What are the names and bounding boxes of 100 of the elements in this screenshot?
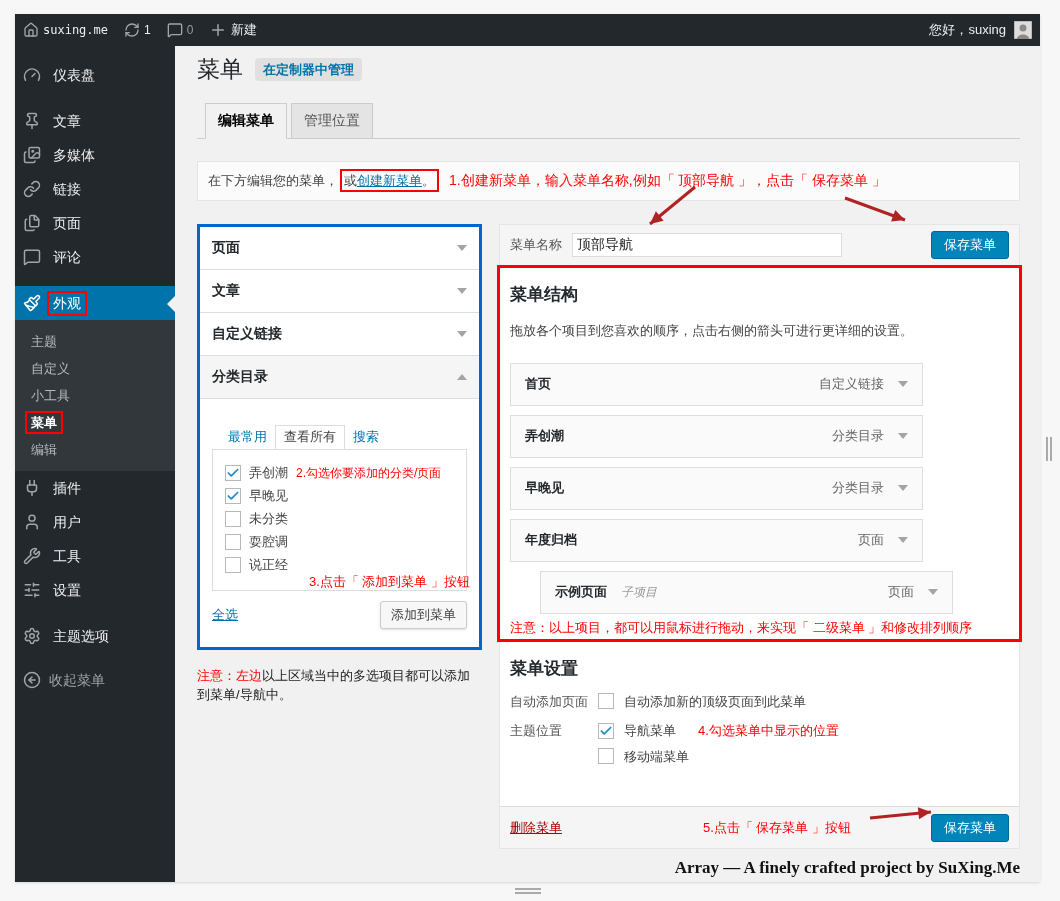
category-tab[interactable]: 最常用: [220, 424, 275, 449]
checkbox[interactable]: [225, 488, 241, 504]
sidebar-item[interactable]: 评论: [15, 240, 175, 274]
sidebar-item[interactable]: 设置: [15, 573, 175, 607]
option-label: 移动端菜单: [624, 747, 689, 766]
comment-count[interactable]: 0: [186, 21, 194, 39]
category-label: 说正经: [249, 556, 288, 575]
new-link[interactable]: 新建: [231, 20, 258, 40]
caret-down-icon[interactable]: [928, 589, 938, 595]
section-title: 菜单结构: [510, 283, 579, 306]
collapse-menu[interactable]: 收起菜单: [15, 665, 175, 695]
update-count[interactable]: 1: [144, 21, 151, 39]
item-type: 分类目录: [832, 479, 884, 498]
submenu-item[interactable]: 自定义: [27, 358, 74, 379]
delete-menu-link[interactable]: 删除菜单: [510, 817, 562, 838]
customizer-button[interactable]: 在定制器中管理: [255, 57, 362, 81]
section-description: 拖放各个项目到您喜欢的顺序，点击右侧的箭头可进行更详细的设置。: [510, 322, 914, 340]
accordion-header[interactable]: 分类目录: [200, 355, 479, 399]
gauge-icon: [23, 66, 41, 84]
caret-down-icon[interactable]: [898, 537, 908, 543]
media-icon: [23, 146, 41, 164]
sidebar-item[interactable]: 插件: [15, 471, 175, 505]
checkbox[interactable]: [225, 557, 241, 573]
collapse-icon: [23, 671, 41, 689]
select-all-link[interactable]: 全选: [212, 604, 238, 625]
setting-label: 主题位置: [510, 722, 563, 740]
annotation-text: 3.点击「 添加到菜单 」按钮: [308, 573, 470, 591]
sidebar-item[interactable]: 多媒体: [15, 138, 175, 172]
checkbox[interactable]: [225, 534, 241, 550]
sidebar-item[interactable]: 外观: [15, 286, 175, 320]
section-title: 菜单设置: [510, 658, 579, 680]
sidebar-item[interactable]: 文章: [15, 104, 175, 138]
checkbox[interactable]: [598, 722, 614, 739]
site-link[interactable]: suxing.me: [43, 21, 109, 39]
menu-item[interactable]: 弄创潮 分类目录: [510, 414, 923, 458]
submenu-item[interactable]: 菜单: [27, 412, 61, 433]
menu-name-field[interactable]: 顶部导航: [572, 232, 842, 257]
setting-label: 自动添加页面: [510, 692, 589, 711]
menu-name-label: 菜单名称: [510, 235, 562, 254]
annotation-text: 4.勾选菜单中显示的位置: [698, 722, 839, 740]
sidebar-item[interactable]: 页面: [15, 206, 175, 240]
link-icon: [23, 180, 41, 198]
annotation-text: 2.勾选你要添加的分类/页面: [296, 465, 442, 482]
checkbox[interactable]: [225, 511, 241, 527]
save-menu-button[interactable]: 保存菜单: [931, 813, 1009, 842]
create-menu-link[interactable]: 创建新菜单: [357, 172, 422, 188]
submenu-item[interactable]: 小工具: [27, 385, 74, 406]
checkbox[interactable]: [225, 465, 241, 481]
save-menu-button[interactable]: 保存菜单: [931, 230, 1009, 259]
caret-down-icon[interactable]: [457, 244, 467, 251]
submenu-item[interactable]: 编辑: [27, 439, 61, 460]
or-text: 或: [344, 172, 357, 188]
sidebar-item[interactable]: 用户: [15, 505, 175, 539]
comment-icon[interactable]: [166, 22, 183, 38]
caret-down-icon[interactable]: [457, 287, 467, 294]
category-tab[interactable]: 搜索: [345, 424, 387, 449]
comment-icon: [23, 248, 41, 266]
caret-down-icon[interactable]: [898, 485, 908, 491]
caret-down-icon[interactable]: [898, 381, 908, 387]
add-to-menu-button[interactable]: 添加到菜单: [380, 600, 467, 629]
annotation-note: 注意：左边以上区域当中的多选项目都可以添加到菜单/导航中。: [197, 666, 471, 704]
sidebar-item[interactable]: 链接: [15, 172, 175, 206]
category-label: 耍腔调: [249, 533, 288, 552]
footer-credit: Array — A finely crafted project by SuXing.Me: [673, 856, 1020, 879]
notice-text: 在下方编辑您的菜单，: [208, 171, 338, 190]
caret-down-icon[interactable]: [457, 330, 467, 337]
checkbox[interactable]: [598, 748, 614, 765]
menu-item[interactable]: 首页 自定义链接: [510, 362, 923, 406]
menu-item[interactable]: 早晚见 分类目录: [510, 466, 923, 510]
resize-grip-icon: [1046, 437, 1052, 461]
avatar-icon[interactable]: [1014, 21, 1032, 39]
submenu-item[interactable]: 主题: [27, 331, 61, 352]
wrench-icon: [23, 547, 41, 565]
greeting[interactable]: 您好，suxing: [929, 20, 1006, 40]
sliders-icon: [23, 581, 41, 599]
category-tab[interactable]: 查看所有: [275, 424, 345, 449]
tab[interactable]: 管理位置: [291, 102, 373, 139]
caret-down-icon[interactable]: [898, 433, 908, 439]
brush-icon: [23, 294, 41, 312]
sidebar-item[interactable]: 主题选项: [15, 619, 175, 653]
caret-up-icon[interactable]: [457, 373, 467, 380]
page-title: 菜单: [197, 55, 243, 84]
annotation-text: 1.创建新菜单，输入菜单名称,例如「 顶部导航 」，点击「 保存菜单 」: [449, 171, 887, 190]
category-label: 未分类: [249, 510, 288, 529]
sidebar-item[interactable]: 仪表盘: [15, 58, 175, 92]
sidebar-item[interactable]: 工具: [15, 539, 175, 573]
menu-item[interactable]: 年度归档 页面: [510, 518, 923, 562]
item-type: 页面: [858, 531, 884, 550]
item-type: 自定义链接: [819, 375, 884, 394]
option-label: 导航菜单: [624, 722, 676, 740]
checkbox[interactable]: [598, 693, 614, 710]
pin-icon: [23, 112, 41, 130]
item-type: 分类目录: [832, 427, 884, 446]
category-label: 弄创潮: [249, 464, 288, 483]
arrow-drawing: [649, 185, 696, 226]
menu-item[interactable]: 示例页面 子项目 页面: [540, 570, 953, 614]
refresh-icon[interactable]: [124, 22, 141, 38]
home-icon[interactable]: [23, 22, 39, 38]
user-icon: [23, 513, 41, 531]
tab[interactable]: 编辑菜单: [205, 102, 287, 139]
